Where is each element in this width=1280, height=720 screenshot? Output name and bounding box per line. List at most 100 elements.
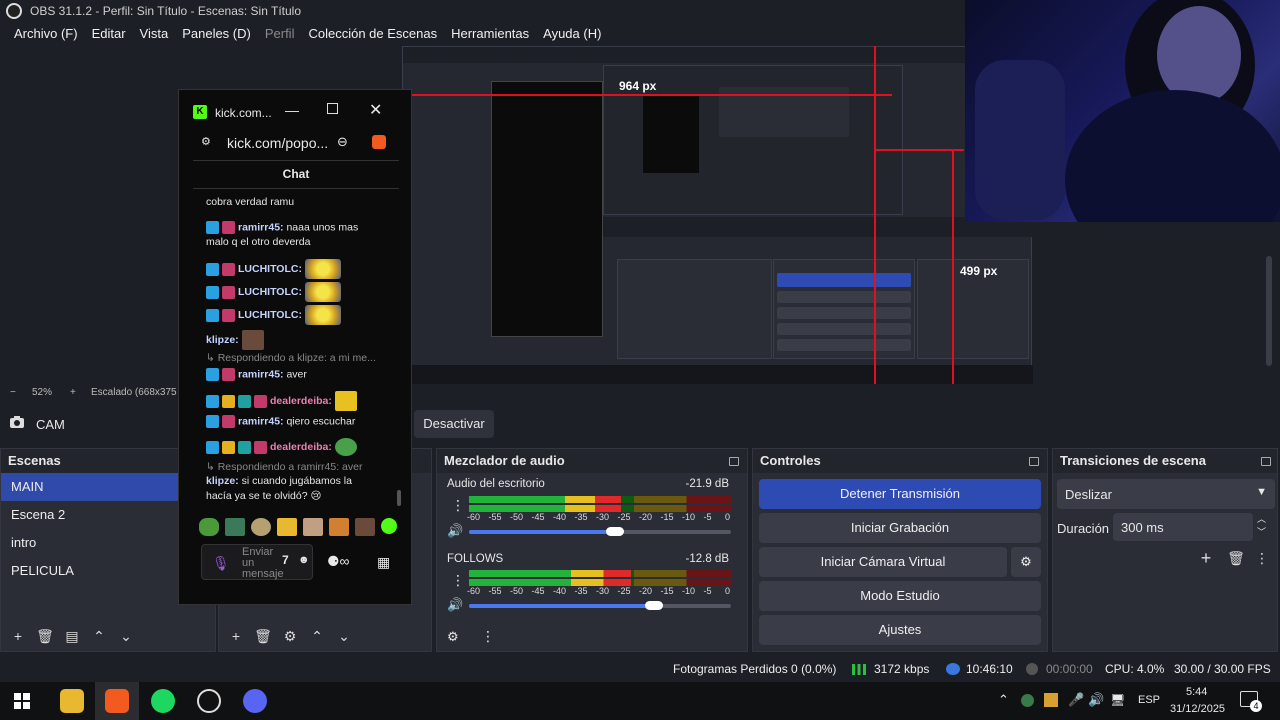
volume-slider-fill	[469, 530, 615, 534]
add-source-icon[interactable]: +	[227, 627, 245, 645]
nested-obs-capture	[402, 46, 1033, 384]
tray-app-icon[interactable]	[1044, 693, 1058, 707]
studio-mode-button[interactable]: Modo Estudio	[759, 581, 1041, 611]
zoom-level: 52%	[32, 387, 53, 398]
zoom-search-icon[interactable]: ⊖	[337, 134, 348, 150]
chat-message: klipze: si cuando jugábamos la	[206, 475, 352, 488]
spotify-icon[interactable]	[151, 689, 175, 713]
duration-label: Duración	[1057, 521, 1110, 536]
virtual-camera-gear-icon[interactable]: ⚙	[1011, 547, 1041, 577]
zoom-in-icon[interactable]: +	[70, 384, 76, 402]
emote-button[interactable]	[303, 518, 323, 536]
windows-start-icon[interactable]	[14, 693, 30, 709]
clock-date[interactable]: 31/12/2025	[1170, 703, 1225, 715]
gift-icon[interactable]: ▦	[377, 554, 390, 571]
transitions-undock-icon[interactable]	[1261, 457, 1271, 466]
emote-button[interactable]	[277, 518, 297, 536]
emote-button[interactable]	[251, 518, 271, 536]
red-guide-vertical-2	[952, 149, 954, 384]
chair	[975, 60, 1065, 220]
emote-button[interactable]	[355, 518, 375, 536]
start-virtual-camera-button[interactable]: Iniciar Cámara Virtual	[759, 547, 1007, 577]
chat-input[interactable]: 🎙 Enviar un mensaje 7 ☻	[201, 544, 313, 580]
brave-browser-icon[interactable]	[105, 689, 129, 713]
menu-ayuda[interactable]: Ayuda (H)	[536, 22, 608, 46]
menu-archivo[interactable]: Archivo (F)	[7, 22, 85, 46]
menu-vista[interactable]: Vista	[133, 22, 176, 46]
tray-app-icon[interactable]	[1021, 694, 1034, 707]
transition-select[interactable]: Deslizar ▼	[1057, 479, 1275, 509]
red-guide-horizontal-2	[874, 149, 964, 151]
file-explorer-icon[interactable]	[60, 689, 84, 713]
chat-settings-icon[interactable]: ⚈∞	[327, 553, 350, 570]
menu-herramientas[interactable]: Herramientas	[444, 22, 536, 46]
start-recording-button[interactable]: Iniciar Grabación	[759, 513, 1041, 543]
meter-tick-label: 0	[725, 512, 731, 522]
source-move-down-icon[interactable]: ⌄	[335, 627, 353, 645]
microphone-tray-icon[interactable]: 🎤	[1068, 692, 1084, 708]
zoom-out-icon[interactable]: −	[10, 384, 16, 402]
microphone-icon[interactable]: 🎙	[212, 555, 230, 572]
transition-selected: Deslizar	[1065, 487, 1112, 502]
remove-source-icon[interactable]: 🗑	[254, 627, 272, 645]
speaker-icon[interactable]: 🔊	[447, 597, 463, 613]
menu-coleccion-escenas[interactable]: Colección de Escenas	[301, 22, 444, 46]
menu-paneles[interactable]: Paneles (D)	[175, 22, 258, 46]
speaker-icon[interactable]: 🔊	[447, 523, 463, 539]
move-down-icon[interactable]: ⌄	[117, 627, 135, 645]
duration-stepper[interactable]: ︿ ﹀	[1257, 513, 1266, 539]
fps: 30.00 / 30.00 FPS	[1174, 662, 1271, 676]
clock-time[interactable]: 5:44	[1186, 686, 1207, 698]
move-up-icon[interactable]: ⌃	[90, 627, 108, 645]
chat-message: klipze:	[206, 330, 267, 350]
obs-taskbar-icon[interactable]	[197, 689, 221, 713]
emoji-icon[interactable]: ☻	[298, 554, 310, 566]
advanced-audio-gear-icon[interactable]: ⚙	[447, 629, 459, 645]
deactivate-button[interactable]: Desactivar	[414, 410, 494, 438]
emote-button[interactable]	[199, 518, 219, 536]
remove-transition-icon[interactable]: 🗑	[1227, 549, 1245, 567]
volume-tray-icon[interactable]: 🔊	[1088, 692, 1104, 708]
menu-perfil[interactable]: Perfil	[258, 22, 302, 46]
network-tray-icon[interactable]: 🖥	[1110, 693, 1125, 707]
duration-input[interactable]: 300 ms	[1113, 513, 1253, 541]
minimize-icon[interactable]: —	[285, 102, 299, 118]
brave-shield-icon[interactable]	[372, 135, 386, 149]
meter-tick-label: -25	[617, 586, 631, 596]
add-scene-icon[interactable]: +	[9, 627, 27, 645]
meter-tick-label: -15	[660, 512, 674, 522]
emote-button[interactable]	[381, 518, 397, 534]
chat-message: ramirr45: qiero escuchar	[206, 415, 355, 428]
channel-menu-icon[interactable]: ⋮	[451, 573, 465, 587]
vertical-scrollbar[interactable]	[1266, 256, 1272, 366]
tray-chevron-up-icon[interactable]: ⌃	[998, 692, 1009, 708]
transition-menu-icon[interactable]: ⋮	[1253, 549, 1271, 567]
settings-button[interactable]: Ajustes	[759, 615, 1041, 645]
volume-knob[interactable]	[645, 601, 663, 610]
meter-tick-label: -25	[617, 512, 631, 522]
emote-button[interactable]	[329, 518, 349, 536]
filters-icon[interactable]: ▤	[63, 627, 81, 645]
chat-url[interactable]: kick.com/popo...	[227, 135, 328, 151]
window-title: OBS 31.1.2 - Perfil: Sin Título - Escena…	[30, 4, 302, 18]
mixer-undock-icon[interactable]	[729, 457, 739, 466]
meter-tick-label: -55	[488, 586, 502, 596]
meter-tick-label: -60	[467, 586, 481, 596]
discord-icon[interactable]	[243, 689, 267, 713]
controls-undock-icon[interactable]	[1029, 457, 1039, 466]
add-transition-icon[interactable]: +	[1197, 549, 1215, 567]
language-indicator[interactable]: ESP	[1138, 694, 1160, 706]
remove-scene-icon[interactable]: 🗑	[36, 627, 54, 645]
maximize-icon[interactable]	[327, 103, 338, 114]
menu-editar[interactable]: Editar	[85, 22, 133, 46]
emote-button[interactable]	[225, 518, 245, 536]
close-icon[interactable]: ✕	[369, 100, 382, 120]
source-properties-gear-icon[interactable]: ⚙	[281, 627, 299, 645]
stop-stream-button[interactable]: Detener Transmisión	[759, 479, 1041, 509]
chat-scrollbar[interactable]	[397, 490, 401, 506]
volume-knob[interactable]	[606, 527, 624, 536]
mixer-menu-icon[interactable]: ⋮	[481, 628, 495, 645]
channel-menu-icon[interactable]: ⋮	[451, 498, 465, 512]
source-move-up-icon[interactable]: ⌃	[308, 627, 326, 645]
site-settings-icon[interactable]: ⚙	[201, 135, 211, 148]
